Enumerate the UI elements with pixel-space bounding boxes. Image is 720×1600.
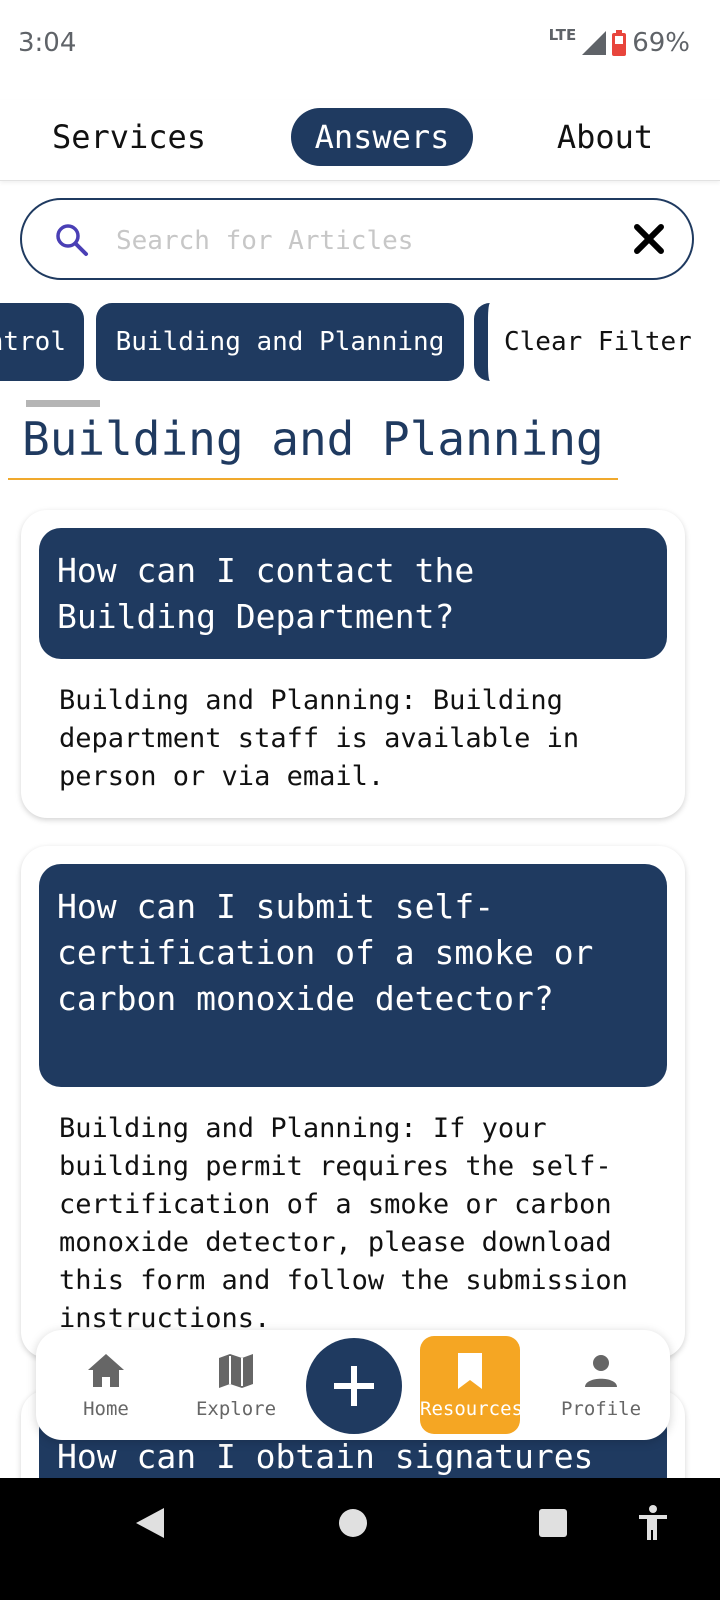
signal-icon <box>582 31 607 55</box>
bookmark-icon <box>458 1353 482 1389</box>
article-question[interactable]: How can I contact the Building Departmen… <box>39 528 667 659</box>
nav-resources-label: Resources <box>420 1398 520 1420</box>
recents-icon[interactable] <box>538 1508 568 1538</box>
top-tabs: Services Answers About <box>0 100 720 181</box>
nav-explore[interactable]: Explore <box>188 1330 284 1440</box>
nav-profile[interactable]: Profile <box>556 1330 646 1440</box>
home-circle-icon[interactable] <box>338 1508 368 1538</box>
clear-filter-button[interactable]: Clear Filter <box>474 303 720 381</box>
search-bar <box>20 198 694 280</box>
article-answer: Building and Planning: Building departme… <box>59 685 580 792</box>
article-answer: Building and Planning: If your building … <box>59 1113 628 1334</box>
search-input[interactable] <box>114 216 618 266</box>
plus-icon <box>334 1366 374 1406</box>
nav-explore-label: Explore <box>195 1398 277 1420</box>
article-card[interactable]: How can I submit self-certification of a… <box>21 846 685 1358</box>
status-icons: LTE 69% <box>548 26 690 58</box>
filter-chips: ntrol Building and Planning Clear Filter <box>0 303 720 381</box>
tab-services[interactable]: Services <box>40 108 218 166</box>
search-icon[interactable] <box>54 222 90 258</box>
status-time: 3:04 <box>18 28 77 58</box>
filter-chip-building-planning[interactable]: Building and Planning <box>96 303 464 381</box>
battery-percent: 69% <box>632 28 690 58</box>
nav-home-label: Home <box>83 1398 129 1420</box>
tab-about[interactable]: About <box>544 108 666 166</box>
nav-resources[interactable]: Resources <box>420 1336 520 1434</box>
close-icon[interactable] <box>632 222 666 256</box>
article-card[interactable]: How can I contact the Building Departmen… <box>21 510 685 818</box>
tab-answers[interactable]: Answers <box>291 108 473 166</box>
add-button[interactable] <box>306 1338 402 1434</box>
back-icon[interactable] <box>134 1506 166 1540</box>
drag-handle[interactable] <box>26 400 100 407</box>
map-icon <box>219 1354 253 1388</box>
status-bar: 3:04 LTE 69% <box>0 0 720 90</box>
home-icon <box>88 1354 124 1387</box>
nav-home[interactable]: Home <box>66 1330 146 1440</box>
person-icon <box>585 1355 617 1387</box>
article-question[interactable]: How can I submit self-certification of a… <box>39 864 667 1087</box>
section-title: Building and Planning <box>8 412 618 480</box>
network-type: LTE <box>548 26 577 44</box>
filter-chip-partial[interactable]: ntrol <box>0 303 84 381</box>
bottom-nav: Home Explore Resources Profile <box>36 1330 670 1440</box>
system-nav-bar <box>0 1478 720 1600</box>
battery-icon <box>612 30 627 56</box>
nav-profile-label: Profile <box>560 1398 642 1420</box>
accessibility-icon[interactable] <box>636 1504 670 1542</box>
